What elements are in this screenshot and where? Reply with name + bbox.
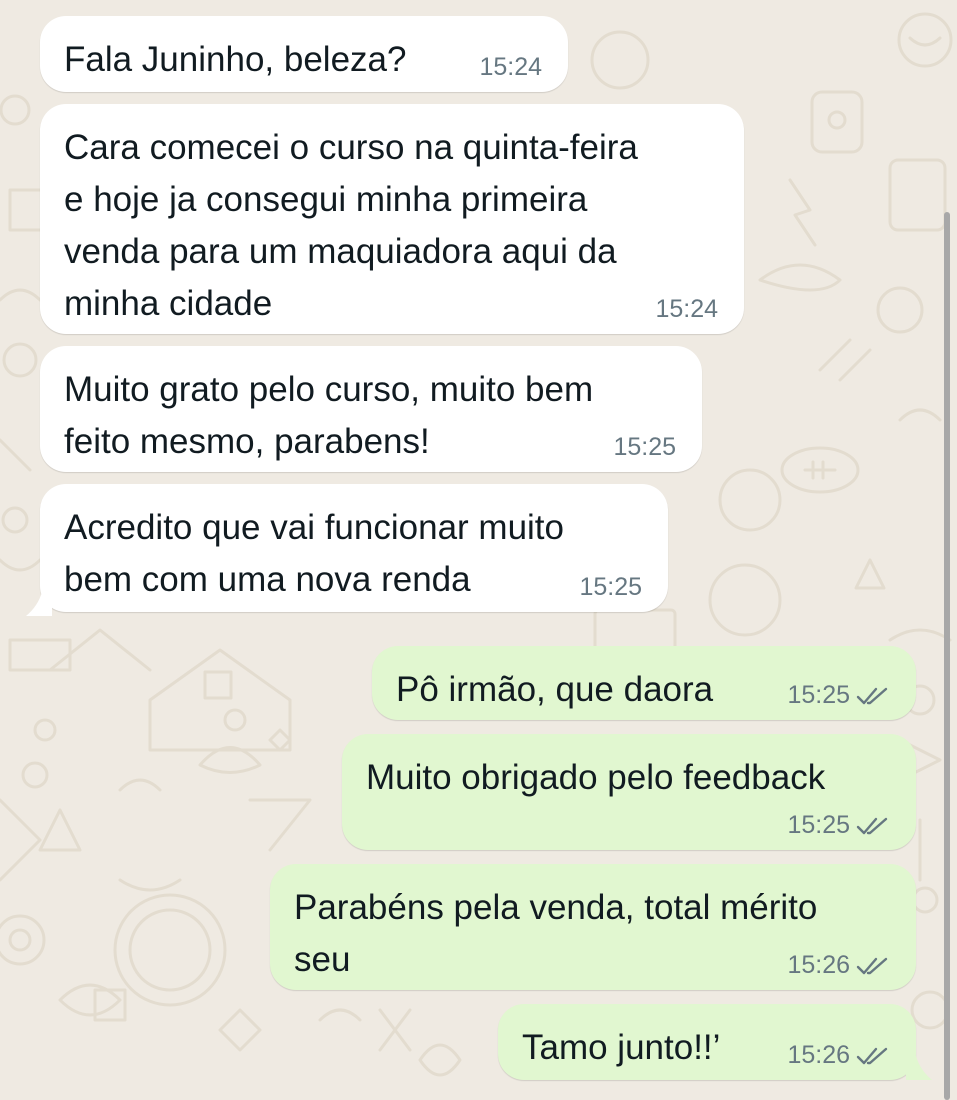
message-text: Acredito que vai funcionar muito bem com…: [64, 508, 564, 599]
double-check-icon: [856, 817, 888, 834]
message-timestamp: 15:25: [787, 811, 850, 839]
message-text: Cara comecei o curso na quinta-feira e h…: [64, 128, 638, 323]
message-meta: 15:25: [787, 811, 890, 840]
incoming-bubble-tail: [26, 592, 52, 616]
chat-area[interactable]: Fala Juninho, beleza? 15:24 Cara comecei…: [0, 0, 957, 1100]
message-meta: 15:25: [787, 681, 890, 710]
message-timestamp: 15:24: [479, 53, 542, 81]
message-timestamp: 15:25: [787, 681, 850, 709]
message-bubble-outgoing[interactable]: Pô irmão, que daora 15:25: [372, 646, 916, 720]
message-text: Muito obrigado pelo feedback: [366, 758, 826, 797]
message-meta: 15:26: [787, 1041, 890, 1070]
message-bubble-incoming[interactable]: Acredito que vai funcionar muito bem com…: [40, 484, 668, 612]
outgoing-bubble-tail: [906, 1056, 932, 1080]
message-meta: 15:24: [655, 295, 718, 324]
message-meta: 15:25: [579, 573, 642, 602]
message-bubble-incoming[interactable]: Fala Juninho, beleza? 15:24: [40, 16, 568, 92]
message-bubble-incoming[interactable]: Muito grato pelo curso, muito bem feito …: [40, 346, 702, 472]
message-bubble-incoming[interactable]: Cara comecei o curso na quinta-feira e h…: [40, 104, 744, 334]
message-meta: 15:25: [613, 433, 676, 462]
message-timestamp: 15:25: [579, 573, 642, 601]
message-bubble-outgoing[interactable]: Tamo junto!!’ 15:26: [498, 1004, 916, 1080]
message-bubble-outgoing[interactable]: Muito obrigado pelo feedback 15:25: [342, 734, 916, 850]
message-text: Pô irmão, que daora: [396, 670, 714, 709]
message-meta: 15:24: [479, 53, 542, 82]
message-meta: 15:26: [787, 951, 890, 980]
double-check-icon: [856, 1047, 888, 1064]
scrollbar[interactable]: [944, 212, 950, 1100]
message-timestamp: 15:26: [787, 951, 850, 979]
message-timestamp: 15:24: [655, 295, 718, 323]
message-text: Muito grato pelo curso, muito bem feito …: [64, 370, 594, 461]
message-timestamp: 15:26: [787, 1041, 850, 1069]
double-check-icon: [856, 957, 888, 974]
message-text: Parabéns pela venda, total mérito seu: [294, 888, 818, 979]
message-text: Fala Juninho, beleza?: [64, 40, 407, 79]
double-check-icon: [856, 687, 888, 704]
message-text: Tamo junto!!’: [522, 1028, 721, 1067]
message-timestamp: 15:25: [613, 433, 676, 461]
message-bubble-outgoing[interactable]: Parabéns pela venda, total mérito seu 15…: [270, 864, 916, 990]
